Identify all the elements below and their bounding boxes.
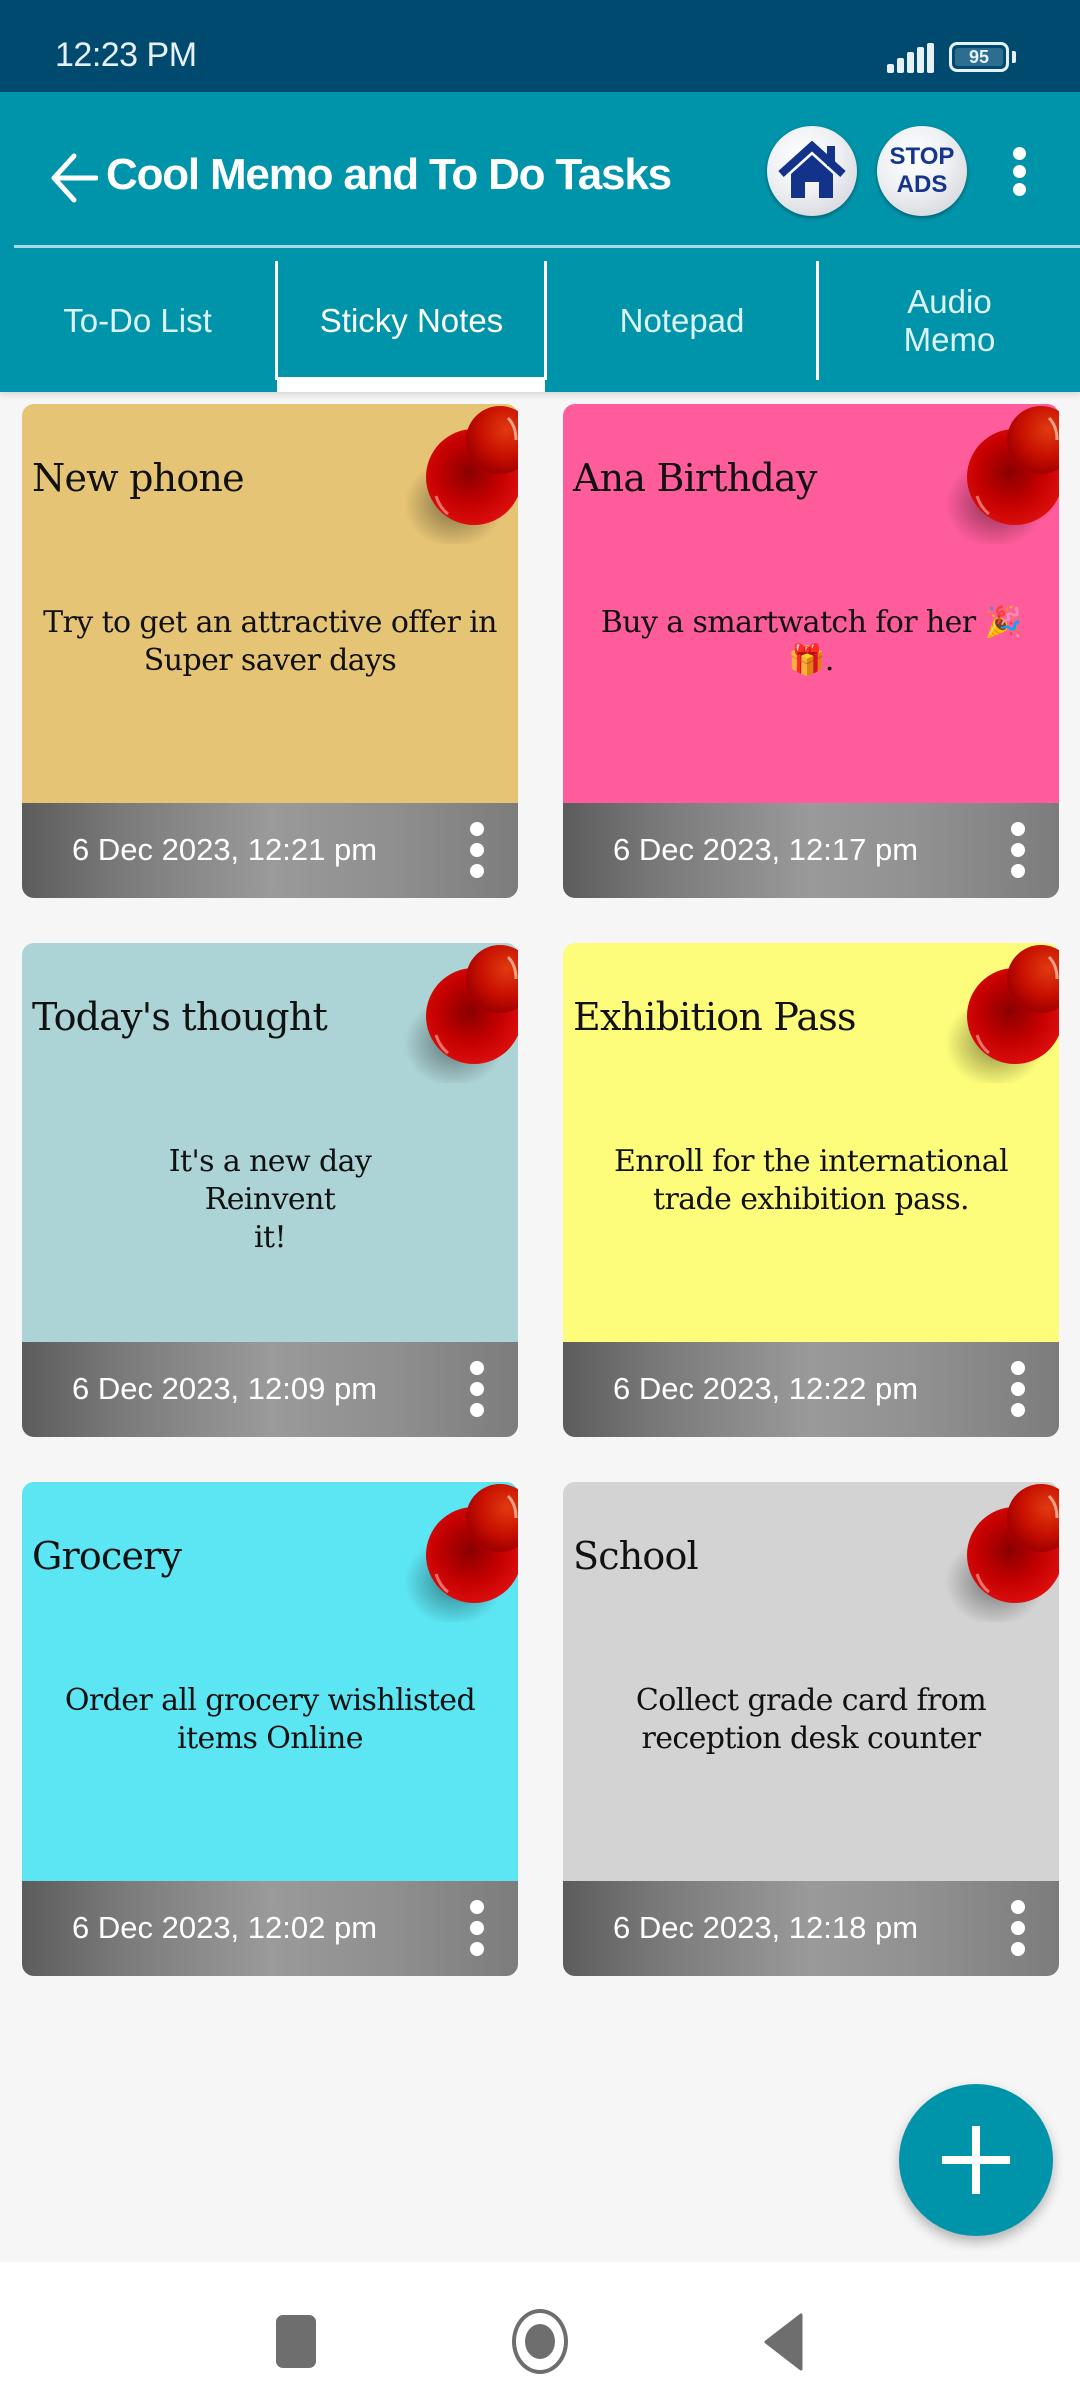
- note-more-icon[interactable]: [1003, 1361, 1033, 1419]
- note-title: School: [573, 1534, 699, 1578]
- plus-icon: [942, 2126, 1010, 2194]
- recents-square-icon[interactable]: [276, 2315, 316, 2368]
- pushpin-icon: [404, 1484, 518, 1622]
- battery-tip: [1012, 51, 1016, 63]
- note-text: Collect grade card from reception desk c…: [635, 1683, 987, 1756]
- note-footer: 6 Dec 2023, 12:09 pm: [22, 1342, 518, 1437]
- note-more-icon[interactable]: [462, 1361, 492, 1419]
- stop-ads-button[interactable]: STOP ADS: [877, 126, 967, 216]
- note-title: Grocery: [32, 1534, 182, 1578]
- note-title: New phone: [32, 456, 245, 500]
- note-more-icon[interactable]: [1003, 822, 1033, 880]
- system-nav-bar: [0, 2262, 1080, 2400]
- overflow-menu-icon[interactable]: [1008, 147, 1032, 197]
- battery-level: 95: [955, 48, 1003, 66]
- note-date: 6 Dec 2023, 12:02 pm: [72, 1910, 378, 1945]
- back-triangle-icon[interactable]: [763, 2313, 803, 2371]
- note-card[interactable]: Exhibition Pass Enroll for the internati…: [563, 943, 1059, 1437]
- note-footer: 6 Dec 2023, 12:22 pm: [563, 1342, 1059, 1437]
- tab-label: To-Do List: [63, 301, 212, 339]
- note-more-icon[interactable]: [1003, 1900, 1033, 1958]
- note-more-icon[interactable]: [462, 1900, 492, 1958]
- note-card[interactable]: Today's thought It's a new day Reinvent …: [22, 943, 518, 1437]
- tab-audio-memo[interactable]: Audio Memo: [819, 249, 1080, 392]
- battery-icon: 95: [949, 42, 1009, 72]
- note-footer: 6 Dec 2023, 12:17 pm: [563, 803, 1059, 898]
- pushpin-icon: [945, 1484, 1059, 1622]
- status-bar: 12:23 PM 95: [0, 0, 1080, 92]
- note-card[interactable]: Grocery Order all grocery wishlisted ite…: [22, 1482, 518, 1976]
- status-time: 12:23 PM: [55, 36, 197, 74]
- note-date: 6 Dec 2023, 12:21 pm: [72, 832, 378, 867]
- note-text: Buy a smartwatch for her 🎉 🎁.: [600, 605, 1022, 678]
- tab-active-indicator: [277, 377, 545, 392]
- pushpin-icon: [404, 945, 518, 1083]
- note-card[interactable]: Ana Birthday Buy a smartwatch for her 🎉 …: [563, 404, 1059, 898]
- note-title: Exhibition Pass: [573, 995, 856, 1039]
- tab-label: Notepad: [619, 301, 745, 339]
- home-icon: [778, 140, 846, 198]
- note-footer: 6 Dec 2023, 12:21 pm: [22, 803, 518, 898]
- note-date: 6 Dec 2023, 12:22 pm: [613, 1371, 919, 1406]
- note-date: 6 Dec 2023, 12:09 pm: [72, 1371, 378, 1406]
- app-title: Cool Memo and To Do Tasks: [106, 150, 672, 199]
- stop-ads-label-line1: STOP: [889, 143, 955, 170]
- home-circle-icon[interactable]: [512, 2309, 568, 2374]
- tab-todo-list[interactable]: To-Do List: [0, 249, 275, 392]
- note-footer: 6 Dec 2023, 12:18 pm: [563, 1881, 1059, 1976]
- home-button[interactable]: [767, 126, 857, 216]
- tab-notepad[interactable]: Notepad: [547, 249, 817, 392]
- note-text: Order all grocery wishlisted items Onlin…: [64, 1683, 476, 1756]
- tab-label: Sticky Notes: [319, 301, 504, 339]
- note-date: 6 Dec 2023, 12:18 pm: [613, 1910, 919, 1945]
- pushpin-icon: [404, 406, 518, 544]
- note-footer: 6 Dec 2023, 12:02 pm: [22, 1881, 518, 1976]
- note-card[interactable]: School Collect grade card from reception…: [563, 1482, 1059, 1976]
- app-bar: Cool Memo and To Do Tasks STOP ADS: [0, 92, 1080, 249]
- tab-label: Audio Memo: [903, 282, 996, 358]
- note-text: It's a new day Reinvent it!: [168, 1144, 372, 1255]
- note-more-icon[interactable]: [462, 822, 492, 880]
- note-title: Today's thought: [32, 995, 328, 1039]
- pushpin-icon: [945, 945, 1059, 1083]
- pushpin-icon: [945, 406, 1059, 544]
- note-title: Ana Birthday: [573, 456, 817, 500]
- note-text: Enroll for the international trade exhib…: [613, 1144, 1009, 1217]
- tab-sticky-notes[interactable]: Sticky Notes: [278, 249, 545, 392]
- tab-bar: To-Do List Sticky Notes Notepad Audio Me…: [0, 249, 1080, 392]
- note-date: 6 Dec 2023, 12:17 pm: [613, 832, 919, 867]
- signal-icon: [887, 43, 935, 73]
- note-text: Try to get an attractive offer in Super …: [43, 605, 497, 678]
- back-arrow-icon[interactable]: [50, 152, 99, 204]
- stop-ads-label-line2: ADS: [896, 171, 948, 198]
- add-note-button[interactable]: [899, 2084, 1053, 2236]
- app-bar-divider: [14, 245, 1080, 248]
- note-card[interactable]: New phone Try to get an attractive offer…: [22, 404, 518, 898]
